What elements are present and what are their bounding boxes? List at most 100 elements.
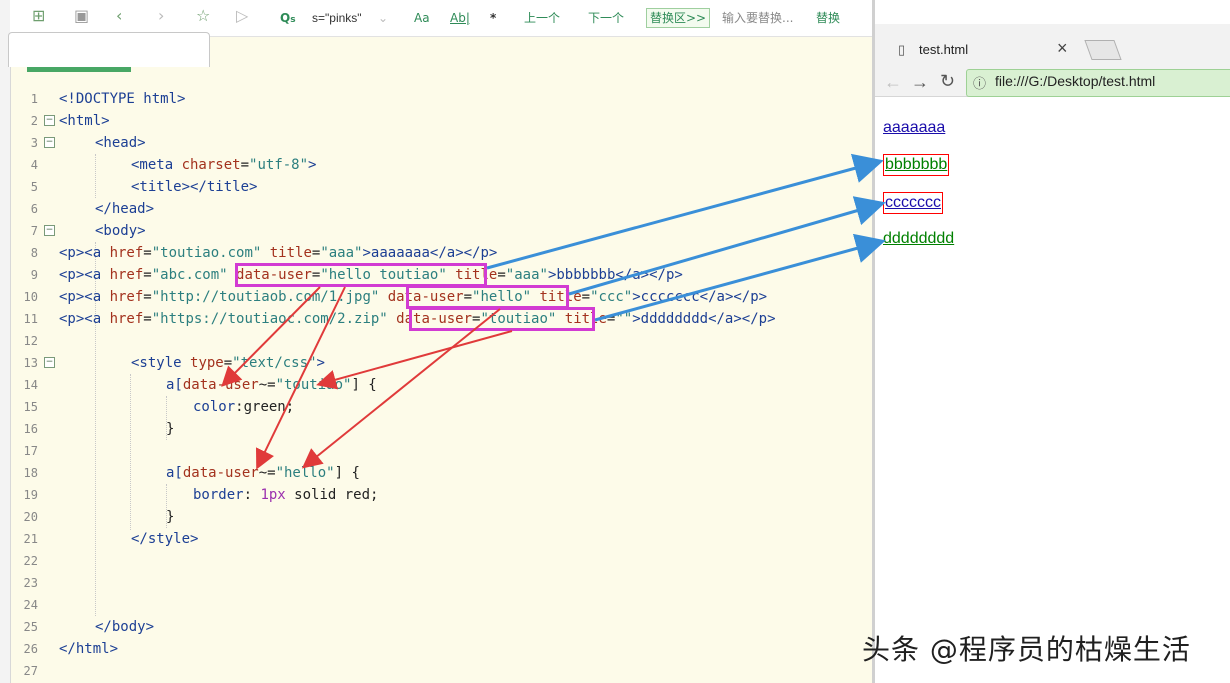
link-aaaaaaa[interactable]: aaaaaaa — [883, 118, 945, 138]
code-token: href — [109, 245, 144, 261]
code-token: <p><a — [59, 289, 110, 305]
code-token: href — [109, 311, 144, 327]
code-line: <meta charset="utf-8"> — [131, 154, 316, 176]
code-token: data-user — [182, 465, 259, 481]
line-number: 20 — [23, 510, 38, 524]
code-line: <html> — [59, 110, 110, 132]
code-token: >bbbbbbb</a></p> — [547, 267, 683, 283]
code-token: "aaa" — [505, 267, 548, 283]
code-line: <style type="text/css"> — [131, 352, 325, 374]
code-token: ~= — [258, 377, 276, 393]
code-token: = — [143, 267, 152, 283]
prev-match-button[interactable]: 上一个 — [524, 9, 560, 27]
browser-tab[interactable] — [8, 32, 210, 67]
chevron-down-icon[interactable]: ⌄ — [378, 9, 388, 27]
code-editor: ⊞ ▣ ‹ › ☆ ▷ Qs s="pinks" ⌄ Aa Ab| * 上一个 … — [0, 0, 872, 683]
search-input[interactable]: s="pinks" — [312, 9, 362, 27]
line-number: 24 — [23, 598, 38, 612]
line-number: 21 — [23, 532, 38, 546]
search-icon: Qs — [280, 11, 296, 25]
fold-toggle-icon[interactable]: − — [44, 115, 55, 126]
code-token: ] { — [334, 465, 360, 481]
forward-arrow-icon[interactable]: › — [158, 7, 164, 25]
code-line: <head> — [95, 132, 146, 154]
close-tab-icon[interactable]: × — [1057, 38, 1068, 59]
code-line: } — [166, 506, 174, 528]
code-token: = — [143, 289, 152, 305]
left-strip — [0, 0, 11, 683]
code-token: <!DOCTYPE html> — [59, 91, 186, 107]
line-number: 13 — [23, 356, 38, 370]
new-file-icon[interactable]: ⊞ — [32, 7, 45, 25]
line-number: 26 — [23, 642, 38, 656]
code-token: <p><a — [59, 245, 110, 261]
link-bbbbbbb[interactable]: bbbbbbb — [883, 154, 950, 176]
indent-guide — [130, 374, 131, 530]
link-ccccccc[interactable]: ccccccc — [883, 192, 943, 214]
reload-icon[interactable]: ↻ — [940, 71, 955, 92]
line-number: 8 — [30, 246, 38, 260]
browser-tab-title: test.html — [919, 42, 969, 57]
code-token: "abc.com" — [151, 267, 228, 283]
code-token: <body> — [95, 223, 146, 239]
whole-word-toggle[interactable]: Ab| — [450, 9, 470, 27]
fold-toggle-icon[interactable]: − — [44, 137, 55, 148]
code-token: "ccc" — [590, 289, 633, 305]
code-token: > — [316, 355, 325, 371]
code-line: a[data-user~="hello"] { — [166, 462, 360, 484]
back-icon[interactable]: ← — [884, 72, 902, 93]
code-line: } — [166, 418, 174, 440]
code-token: <title></title> — [131, 179, 258, 195]
info-icon[interactable]: ⓘ — [973, 73, 986, 92]
bookmark-star-icon[interactable]: ☆ — [196, 7, 210, 25]
code-token: = — [143, 311, 152, 327]
code-token: = — [223, 355, 233, 371]
code-token: "toutiao" — [275, 377, 352, 393]
back-arrow-icon[interactable]: ‹ — [116, 7, 122, 25]
regex-toggle[interactable]: * — [490, 9, 496, 27]
code-token: <p><a — [59, 267, 110, 283]
code-token: <html> — [59, 113, 110, 129]
code-token: > — [308, 157, 317, 173]
code-token: = — [143, 245, 152, 261]
browser-window — [872, 0, 1230, 683]
code-line: border: 1px solid red; — [193, 484, 378, 506]
code-line: </body> — [95, 616, 154, 638]
replace-button[interactable]: 替换 — [816, 9, 840, 27]
play-icon[interactable]: ▷ — [236, 7, 248, 25]
line-number: 7 — [30, 224, 38, 238]
replace-area-button[interactable]: 替换区>> — [646, 8, 711, 28]
forward-icon[interactable]: → — [911, 72, 929, 93]
code-token: a[ — [166, 377, 183, 393]
code-token: "toutiao.com" — [151, 245, 262, 261]
line-number: 16 — [23, 422, 38, 436]
line-number: 6 — [30, 202, 38, 216]
line-number: 10 — [23, 290, 38, 304]
address-text[interactable]: file:///G:/Desktop/test.html — [995, 73, 1155, 89]
code-token: href — [109, 267, 144, 283]
code-line: <body> — [95, 220, 146, 242]
code-token: = — [581, 289, 591, 305]
code-token: charset — [181, 157, 241, 173]
code-token: "utf-8" — [249, 157, 309, 173]
next-match-button[interactable]: 下一个 — [588, 9, 624, 27]
code-token: >ccccccc</a></p> — [632, 289, 768, 305]
highlight-box — [406, 285, 569, 309]
match-case-toggle[interactable]: Aa — [414, 9, 430, 27]
code-token: } — [166, 421, 175, 437]
code-token: :green; — [235, 399, 295, 415]
fold-toggle-icon[interactable]: − — [44, 357, 55, 368]
link-dddddddd[interactable]: dddddddd — [883, 229, 954, 249]
code-token: </head> — [95, 201, 155, 217]
code-token: "" — [615, 311, 633, 327]
line-number: 4 — [30, 158, 38, 172]
code-token: >aaaaaaa</a></p> — [362, 245, 498, 261]
code-token: a[ — [166, 465, 183, 481]
save-icon[interactable]: ▣ — [74, 7, 89, 25]
replace-input[interactable]: 输入要替换... — [722, 9, 793, 27]
code-token: href — [109, 289, 144, 305]
fold-toggle-icon[interactable]: − — [44, 225, 55, 236]
line-number: 17 — [23, 444, 38, 458]
code-token: "https://toutiaoc.com/2.zip" — [151, 311, 388, 327]
line-number: 25 — [23, 620, 38, 634]
